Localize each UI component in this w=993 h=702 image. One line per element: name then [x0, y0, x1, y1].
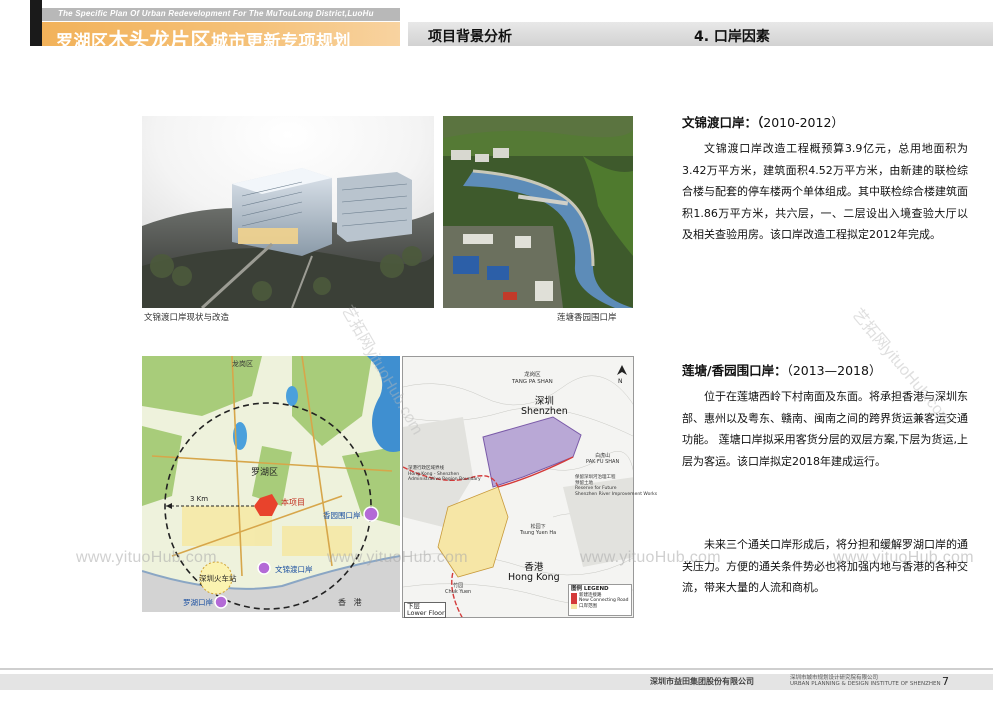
header-black-bar — [30, 0, 42, 46]
liantang-aerial-photo — [443, 116, 633, 308]
header-title-en: The Specific Plan Of Urban Redevelopment… — [58, 9, 374, 18]
wenjindu-port-rendering — [142, 116, 434, 308]
map2-pakfu-label: 白虎山 PAK FU SHAN — [586, 453, 620, 465]
map1-station-label: 深圳火车站 — [199, 574, 237, 583]
map1-hongkong-label: 香 港 — [338, 598, 362, 607]
liantang-caption: 莲塘香园围口岸 — [557, 313, 617, 323]
watermark-url-2: www.yituoHub.com — [327, 549, 468, 566]
map2-legend-item-1: 新建连接路 New Connecting Road — [571, 592, 629, 604]
map2-tsung-label: 松园下 Tsung Yuen Ha — [520, 524, 557, 536]
map2-river-label: 保留深圳河治理工程 预留土地 Reserve for Future Shenzh… — [575, 475, 658, 497]
map2-boundary-label: 深港行政区域界线 Hong Kong - Shenzhen Administra… — [408, 466, 481, 482]
watermark-url-4: www.yituoHub.com — [833, 549, 974, 566]
footer-line — [0, 668, 993, 670]
map1-project-label: 本项目 — [281, 498, 305, 507]
map2-shenzhen-label: 深圳 Shenzhen — [521, 396, 568, 417]
map1-port-liantang-label: 香园围口岸 — [323, 511, 361, 520]
map2-floor-label: 下层 Lower Floor — [404, 602, 446, 618]
luohu-location-map — [142, 356, 400, 612]
page-number: 7 — [942, 675, 949, 688]
wenjindu-body: 文锦渡口岸改造工程概预算3.9亿元，总用地面积为3.42万平方米，建筑面积4.5… — [682, 142, 968, 241]
map1-distance-label: 3 Km — [190, 495, 209, 503]
watermark-url-3: www.yituoHub.com — [580, 549, 721, 566]
watermark-url-1: www.yituoHub.com — [76, 549, 217, 566]
map2-legend-item-2: 口岸范围 — [571, 603, 629, 609]
map2-chuk-label: 竹园 Chuk Yuen — [445, 583, 472, 595]
wenjindu-caption: 文锦渡口岸现状与改造 — [144, 313, 230, 323]
map2-longgang-label: 龙岗区 TANG PA SHAN — [512, 372, 553, 385]
map1-port-luohu-label: 罗湖口岸 — [183, 598, 213, 607]
map2-hongkong-label: 香港 Hong Kong — [508, 562, 560, 583]
wenjindu-title: 文锦渡口岸：（2010-2012） — [682, 115, 844, 130]
map1-district-label: 罗湖区 — [251, 468, 279, 478]
header-title-cn: 罗湖区木头龙片区城市更新专项规划 — [56, 28, 351, 52]
footer-company-2: 深圳市城市规划设计研究院有限公司 URBAN PLANNING & DESIGN… — [790, 675, 941, 687]
map2-legend: 图例 LEGEND 新建连接路 New Connecting Road 口岸范围 — [568, 584, 632, 616]
section-title: 项目背景分析 — [428, 29, 512, 45]
map1-district-top: 龙岗区 — [232, 360, 253, 368]
footer-company-1: 深圳市益田集团股份有限公司 — [650, 677, 754, 686]
liantang-title: 莲塘/香园围口岸：（2013—2018） — [682, 363, 882, 378]
subsection-title: 4. 口岸因素 — [694, 29, 770, 45]
map1-port-wenjin-label: 文锦渡口岸 — [275, 565, 313, 574]
svg-text:N: N — [618, 378, 623, 385]
